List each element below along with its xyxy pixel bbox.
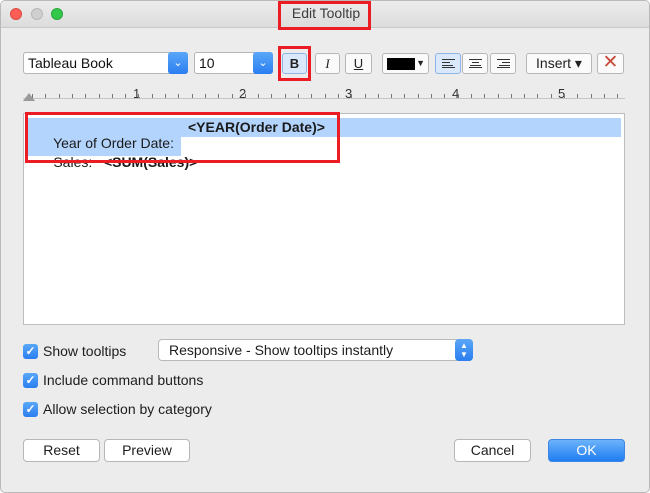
ruler-tick [458,94,459,98]
ruler-baseline [23,98,625,99]
ruler-tick [138,94,139,98]
chevron-down-icon[interactable]: ⌄ [253,52,273,74]
ruler-tick [431,94,432,98]
ruler-tick [604,94,605,98]
ruler-tick [85,94,86,98]
ruler-tick [404,94,405,98]
ruler-tick [32,94,33,98]
ruler-tick [498,94,499,98]
ruler-tick [378,94,379,98]
reset-button[interactable]: Reset [23,439,100,462]
ruler-tick [511,94,512,98]
cancel-button[interactable]: Cancel [454,439,531,462]
ruler-tick [311,94,312,98]
ruler-tick [45,94,46,98]
align-right-icon [497,59,510,68]
underline-button[interactable]: U [345,53,372,74]
font-size-value: 10 [199,55,215,71]
ruler-tick [391,94,392,98]
ruler-tick [365,94,366,98]
caret-down-icon: ▼ [416,58,425,68]
ruler-tick [351,94,352,98]
allow-selection-label: Allow selection by category [43,401,212,417]
ruler-tick [591,94,592,98]
updown-arrows-icon[interactable]: ▲ ▼ [455,339,473,361]
ruler-tick [325,94,326,98]
ruler-tick [444,94,445,98]
ruler-tick [112,94,113,98]
ruler-tick [205,94,206,98]
include-command-buttons-checkbox[interactable]: ✓ [23,373,38,388]
text-color-button[interactable]: ▼ [382,53,429,74]
font-size-select[interactable]: 10 ⌄ [194,52,273,74]
allow-selection-checkbox[interactable]: ✓ [23,402,38,417]
ruler-tick [72,94,73,98]
italic-button[interactable]: I [315,53,340,74]
ruler-tick [271,94,272,98]
ruler-tick [152,94,153,98]
tooltip-mode-select[interactable]: Responsive - Show tooltips instantly ▲ ▼ [158,339,473,361]
ruler-tick [218,94,219,98]
align-center-button[interactable] [462,53,488,74]
include-command-buttons-label: Include command buttons [43,372,204,388]
ruler-tick [484,94,485,98]
ruler-tick [577,94,578,98]
ruler-tick [298,94,299,98]
ruler-tick [59,94,60,98]
ruler-tick [617,94,618,98]
show-tooltips-label: Show tooltips [43,343,127,359]
clear-formatting-button[interactable]: ✕ [597,53,624,74]
ruler-tick [471,94,472,98]
ruler-tick [564,94,565,98]
ruler-tick [258,94,259,98]
font-family-select[interactable]: Tableau Book ⌄ [23,52,188,74]
ruler-tick [192,94,193,98]
ruler: 1 2 3 4 5 [23,84,625,104]
indent-marker[interactable] [23,93,35,101]
align-left-button[interactable] [435,53,461,74]
bold-highlight-box [278,46,311,81]
ruler-tick [551,94,552,98]
insert-menu-button[interactable]: Insert ▾ [526,53,592,74]
font-family-value: Tableau Book [28,55,113,71]
tooltip-mode-value: Responsive - Show tooltips instantly [169,342,394,358]
ruler-tick [524,94,525,98]
editor-highlight-box [25,112,340,163]
ruler-tick [418,94,419,98]
ruler-tick [99,94,100,98]
ruler-tick [165,94,166,98]
preview-button[interactable]: Preview [104,439,190,462]
edit-tooltip-dialog: Edit Tooltip Tableau Book ⌄ 10 ⌄ B I U ▼… [0,0,650,493]
chevron-down-icon[interactable]: ⌄ [168,52,188,74]
ruler-tick [245,94,246,98]
title-highlight-box [278,1,371,30]
ruler-tick [285,94,286,98]
ok-button[interactable]: OK [548,439,625,462]
ruler-tick [338,94,339,98]
ruler-tick [125,94,126,98]
align-center-icon [469,59,482,68]
ruler-tick [232,94,233,98]
ruler-mark: 1 [133,86,141,101]
align-left-icon [442,59,455,68]
align-right-button[interactable] [490,53,516,74]
ruler-tick [537,94,538,98]
show-tooltips-checkbox[interactable]: ✓ [23,344,38,359]
color-swatch [387,58,415,70]
ruler-tick [178,94,179,98]
